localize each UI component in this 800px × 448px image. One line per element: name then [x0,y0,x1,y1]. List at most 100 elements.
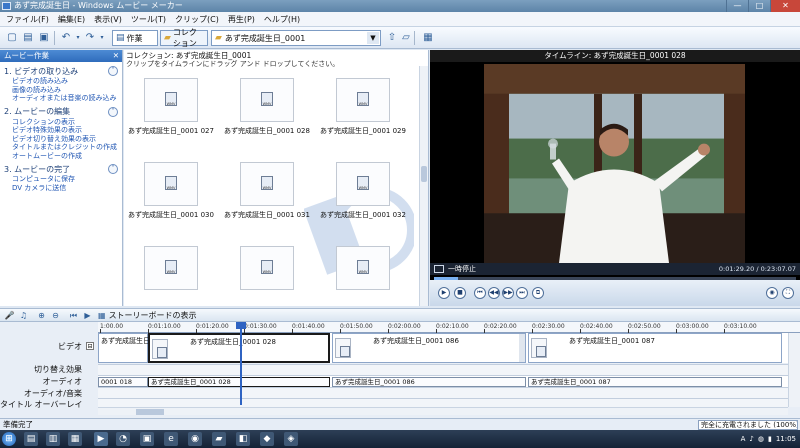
task-link-save-to-computer[interactable]: コンピュータに保存 [4,175,118,184]
taskbar-app-icon[interactable]: ▣ [140,432,154,446]
audio-clip[interactable]: あず完成誕生日_0001 086 [332,377,526,387]
taskbar-app-icon[interactable]: ◔ [116,432,130,446]
open-project-icon[interactable]: ▤ [22,32,34,44]
task-link-import-pictures[interactable]: 画像の読み込み [4,86,118,95]
start-button-icon[interactable]: ⊞ [2,432,16,446]
maximize-button[interactable]: □ [748,0,770,12]
timeline-clip[interactable]: あず完成誕生日_0001 087 [528,333,782,363]
taskbar-app-icon[interactable]: ◉ [188,432,202,446]
taskbar-app-icon[interactable]: ▦ [68,432,82,446]
taskbar-app-icon[interactable]: ▤ [24,432,38,446]
menu-file[interactable]: ファイル(F) [6,14,49,25]
audio-clip[interactable]: あず完成誕生日_0001 087 [528,377,782,387]
collection-clip[interactable]: WMV あず完成誕生日_0001 028 [222,72,312,138]
task-link-automovie[interactable]: オートムービーの作成 [4,152,118,161]
task-heading-edit[interactable]: 2. ムービーの編集 ˄ [4,106,118,118]
minimize-button[interactable]: — [726,0,748,12]
fullscreen-icon[interactable]: ⛶ [782,287,794,299]
task-link-import-audio[interactable]: オーディオまたは音楽の読み込み [4,94,118,103]
up-folder-icon[interactable]: ⇧ [386,32,398,44]
task-link-video-effects[interactable]: ビデオ特殊効果の表示 [4,126,118,135]
collection-clip[interactable]: WMV あず完成誕生日_0001 029 [318,72,408,138]
collection-clip[interactable]: WMV あず完成誕生日_0001 027 [126,72,216,138]
redo-dropdown-icon[interactable]: ▾ [96,32,108,44]
network-icon[interactable]: ◍ [758,435,764,443]
zoom-out-icon[interactable]: ⊖ [50,310,61,321]
task-heading-finish[interactable]: 3. ムービーの完了 ˄ [4,163,118,175]
transition-track[interactable] [98,364,788,375]
audio-clip[interactable]: 0001 018 [98,377,148,387]
menu-view[interactable]: 表示(V) [94,14,122,25]
collection-clip[interactable]: WMV あず完成誕生日_0001 032 [318,156,408,222]
snapshot-icon[interactable]: ◉ [766,287,778,299]
menu-edit[interactable]: 編集(E) [58,14,85,25]
collapse-track-icon[interactable]: ⊟ [86,342,94,350]
taskbar-movie-maker-icon[interactable]: ▶ [94,432,108,446]
save-project-icon[interactable]: ▣ [38,32,50,44]
timeline-ruler[interactable]: 1:00.00 0:01:10.00 0:01:20.00 0:01:30.00 0:0… [98,322,800,333]
new-folder-icon[interactable]: ▱ [400,32,412,44]
task-link-titles-credits[interactable]: タイトルまたはクレジットの作成 [4,143,118,152]
play-icon[interactable]: ▶ [438,287,450,299]
collapse-icon[interactable]: ˄ [108,106,118,117]
storyboard-toggle[interactable]: ▦ ストーリーボードの表示 [98,310,197,321]
tab-collections[interactable]: ▰ コレクション [160,28,208,48]
collapse-icon[interactable]: ˄ [108,66,118,76]
task-heading-capture[interactable]: 1. ビデオの取り込み ˄ [4,65,118,77]
scrollbar-thumb[interactable] [421,166,427,182]
tab-tasks[interactable]: ▤ 作業 [112,30,158,46]
previous-frame-icon[interactable]: ⏮ [474,287,486,299]
timeline-vertical-scrollbar[interactable] [788,333,800,407]
collection-clip[interactable]: WMV あず完成誕生日_0001 031 [222,156,312,222]
split-clip-icon[interactable]: ⧉ [532,287,544,299]
next-frame-icon[interactable]: ⏭ [516,287,528,299]
collapse-icon[interactable]: ˄ [108,164,118,174]
scrollbar-thumb[interactable] [136,409,164,415]
rewind-icon[interactable]: ◀◀ [488,287,500,299]
collection-clip[interactable]: WMV [318,240,408,306]
audio-music-track[interactable] [98,387,788,398]
taskbar-app-icon[interactable]: ◆ [260,432,274,446]
stop-icon[interactable]: ■ [454,287,466,299]
playback-indicator[interactable] [236,322,246,405]
menu-tools[interactable]: ツール(T) [131,14,166,25]
close-pane-icon[interactable]: ✕ [113,50,119,62]
task-link-send-to-dv[interactable]: DV カメラに送信 [4,184,118,193]
taskbar-app-icon[interactable]: ◧ [236,432,250,446]
menu-play[interactable]: 再生(P) [228,14,255,25]
taskbar-app-icon[interactable]: ◈ [284,432,298,446]
menu-help[interactable]: ヘルプ(H) [264,14,300,25]
redo-icon[interactable]: ↷ [84,32,96,44]
close-button[interactable]: ✕ [770,0,800,12]
play-timeline-icon[interactable]: ▶ [82,310,93,321]
view-options-icon[interactable]: ▦ [420,32,436,44]
task-link-video-transitions[interactable]: ビデオ切り替え効果の表示 [4,135,118,144]
audio-clip-selected[interactable]: あず完成誕生日_0001 028 [148,377,330,387]
ime-icon[interactable]: A [741,435,746,443]
narrate-timeline-icon[interactable]: 🎤 [4,310,15,321]
fast-forward-icon[interactable]: ▶▶ [502,287,514,299]
task-link-show-collections[interactable]: コレクションの表示 [4,118,118,127]
timeline-clip[interactable]: あず完成誕生日_0001 086 [332,333,526,363]
undo-icon[interactable]: ↶ [60,32,72,44]
taskbar-browser-icon[interactable]: e [164,432,178,446]
playhead-handle[interactable] [236,322,246,329]
collection-clip[interactable]: WMV [126,240,216,306]
task-link-import-video[interactable]: ビデオの読み込み [4,77,118,86]
undo-dropdown-icon[interactable]: ▾ [72,32,84,44]
set-audio-levels-icon[interactable]: ♫ [18,310,29,321]
collection-clip[interactable]: WMV [222,240,312,306]
taskbar-app-icon[interactable]: ▥ [46,432,60,446]
menu-clip[interactable]: クリップ(C) [175,14,219,25]
taskbar-app-icon[interactable]: ▰ [212,432,226,446]
collection-dropdown[interactable]: ▰ あず完成誕生日_0001 ▼ [211,30,381,46]
collection-clip[interactable]: WMV あず完成誕生日_0001 030 [126,156,216,222]
zoom-in-icon[interactable]: ⊕ [36,310,47,321]
rewind-timeline-icon[interactable]: ⏮ [68,310,79,321]
battery-icon[interactable]: ▮ [768,435,772,443]
timeline-horizontal-scrollbar[interactable] [98,407,788,415]
collection-scrollbar[interactable] [419,66,428,306]
volume-icon[interactable]: ♪ [749,435,753,443]
timeline-clip[interactable]: あず完成誕生日_0 [98,333,158,363]
new-project-icon[interactable]: ▢ [6,32,18,44]
